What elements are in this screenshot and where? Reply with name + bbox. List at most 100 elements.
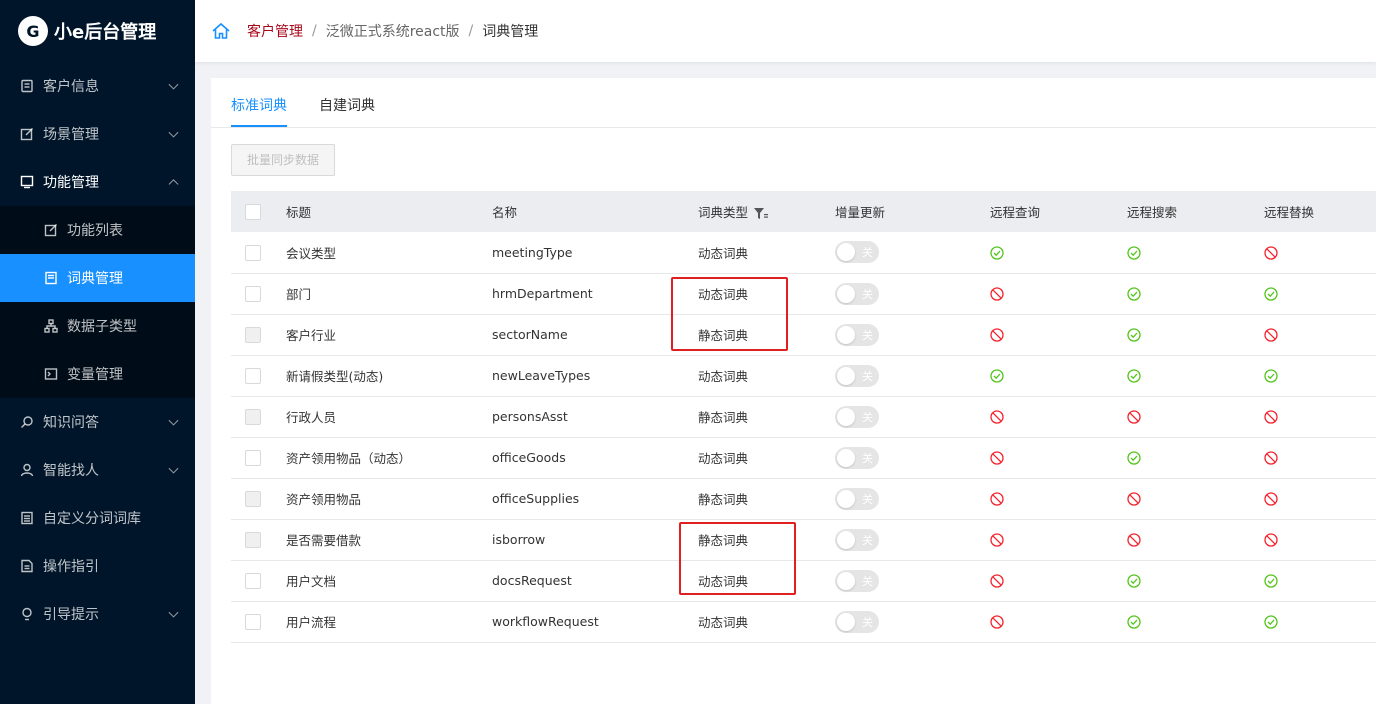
tab-standard-dictionary[interactable]: 标准词典 [231,95,287,127]
row-checkbox[interactable] [245,285,261,302]
search-icon [21,416,33,428]
toggle-label: 关 [862,287,873,301]
sidebar-item-6[interactable]: 操作指引 [0,542,195,590]
main-content: 标准词典 自建词典 批量同步数据 标题 名称 词典类型 增量更新 远程查询 远程… [211,78,1376,704]
submenu-item-3[interactable]: 变量管理 [0,350,195,398]
submenu-item-1[interactable]: 词典管理 [0,254,195,302]
header-remote-query: 远程查询 [990,205,1041,220]
list-icon [21,511,33,525]
header-title: 标题 [286,205,312,220]
table-row: 用户流程 workflowRequest 动态词典 关 [231,601,1376,643]
row-checkbox[interactable] [245,449,261,466]
sidebar-item-label: 变量管理 [67,367,123,383]
row-checkbox[interactable] [245,244,261,261]
row-checkbox[interactable] [245,367,261,384]
cell-remote-replace [1247,273,1376,315]
chevron-down-icon [168,79,179,90]
incremental-toggle[interactable]: 关 [835,487,879,510]
tab-bar: 标准词典 自建词典 [211,78,1376,128]
home-icon[interactable] [211,21,231,41]
toggle-label: 关 [862,574,873,588]
table-row: 会议类型 meetingType 动态词典 关 [231,232,1376,274]
batch-sync-button[interactable]: 批量同步数据 [231,144,336,176]
stop-icon [1264,328,1278,342]
submenu-item-0[interactable]: 功能列表 [0,206,195,254]
cell-remote-search [1110,232,1247,274]
cell-title: 是否需要借款 [286,519,492,561]
incremental-toggle[interactable]: 关 [835,323,879,346]
header: 客户管理 / 泛微正式系统react版 / 词典管理 [195,0,1376,62]
toggle-knob [837,407,855,426]
tree-icon [44,319,58,333]
cell-title: 资产领用物品（动态） [286,437,492,479]
cell-remote-query [973,396,1110,438]
cell-title: 客户行业 [286,314,492,356]
incremental-toggle[interactable]: 关 [835,446,879,469]
check-circle-icon [1127,451,1141,465]
toggle-knob [837,612,855,631]
table-row: 部门 hrmDepartment 动态词典 关 [231,273,1376,315]
stop-icon [990,451,1004,465]
toggle-label: 关 [862,410,873,424]
cell-remote-query [973,232,1110,274]
sidebar-item-2[interactable]: 功能管理 [0,158,195,206]
sidebar-item-label: 功能管理 [43,175,99,191]
stop-icon [990,533,1004,547]
row-checkbox[interactable] [245,572,261,589]
check-circle-icon [990,246,1004,260]
cell-remote-search [1110,560,1247,602]
incremental-toggle[interactable]: 关 [835,610,879,633]
sidebar-item-7[interactable]: 引导提示 [0,590,195,638]
cell-remote-query [973,519,1110,561]
sidebar-item-4[interactable]: 智能找人 [0,446,195,494]
toggle-knob [837,448,855,467]
tab-custom-dictionary[interactable]: 自建词典 [319,95,375,127]
row-checkbox [245,408,261,425]
row-checkbox [245,326,261,343]
check-circle-icon [1127,369,1141,383]
select-all-checkbox[interactable] [245,203,261,220]
incremental-toggle[interactable]: 关 [835,282,879,305]
stop-icon [1264,410,1278,424]
toggle-label: 关 [862,451,873,465]
stop-icon [1264,246,1278,260]
sidebar-item-1[interactable]: 场景管理 [0,110,195,158]
breadcrumb-system[interactable]: 泛微正式系统react版 [326,21,460,41]
cell-remote-query [973,601,1110,643]
sidebar-item-3[interactable]: 知识问答 [0,398,195,446]
toggle-knob [837,366,855,385]
header-type-label: 词典类型 [698,205,749,220]
incremental-toggle[interactable]: 关 [835,528,879,551]
header-remote-search: 远程搜索 [1127,205,1178,220]
toggle-knob [837,571,855,590]
table-row: 新请假类型(动态) newLeaveTypes 动态词典 关 [231,355,1376,397]
incremental-toggle[interactable]: 关 [835,241,879,264]
sidebar-item-label: 功能列表 [67,223,123,239]
incremental-toggle[interactable]: 关 [835,569,879,592]
incremental-toggle[interactable]: 关 [835,364,879,387]
stop-icon [990,574,1004,588]
cell-name: sectorName [492,314,698,356]
row-checkbox[interactable] [245,613,261,630]
toggle-knob [837,243,855,262]
breadcrumb-current: 词典管理 [482,24,539,40]
incremental-toggle[interactable]: 关 [835,405,879,428]
table-row: 用户文档 docsRequest 动态词典 关 [231,560,1376,602]
filter-icon[interactable] [754,207,769,220]
cell-type: 动态词典 [698,232,835,274]
chevron-down-icon [168,607,179,618]
breadcrumb-customer[interactable]: 客户管理 [247,21,303,41]
toolbar: 批量同步数据 [211,128,1376,176]
check-circle-icon [1127,246,1141,260]
sidebar-item-label: 场景管理 [43,127,99,143]
logo[interactable]: G 小e后台管理 [0,0,195,62]
sidebar-item-0[interactable]: 客户信息 [0,62,195,110]
cell-type: 动态词典 [698,601,835,643]
stop-icon [1127,533,1141,547]
cell-name: officeSupplies [492,478,698,520]
cell-remote-replace [1247,232,1376,274]
toggle-knob [837,284,855,303]
submenu-item-2[interactable]: 数据子类型 [0,302,195,350]
sidebar-item-5[interactable]: 自定义分词词库 [0,494,195,542]
cell-remote-query [973,560,1110,602]
